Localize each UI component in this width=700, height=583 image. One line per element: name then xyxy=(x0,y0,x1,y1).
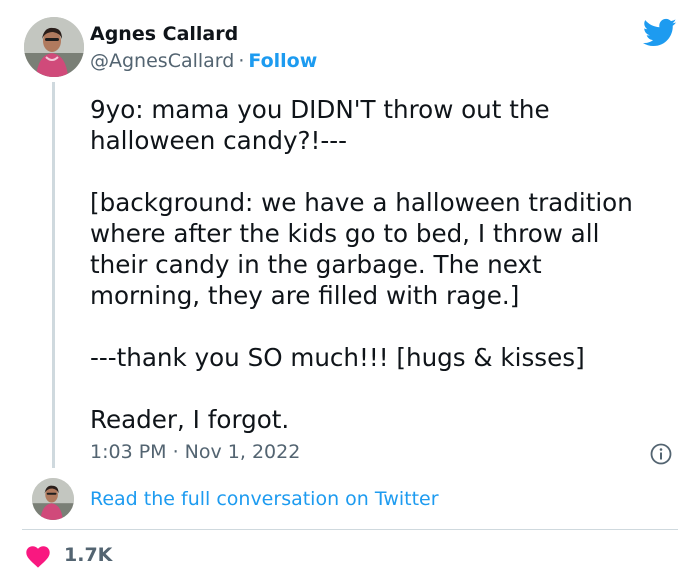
twitter-bird-icon[interactable] xyxy=(643,18,677,48)
tweet-line: halloween candy?!--- xyxy=(90,126,348,155)
tweet-line: ---thank you SO much!!! [hugs & kisses] xyxy=(90,343,585,372)
tweet-timestamp[interactable]: 1:03 PM · Nov 1, 2022 xyxy=(90,441,300,463)
read-conversation-link[interactable]: Read the full conversation on Twitter xyxy=(90,488,439,510)
tweet-line: where after the kids go to bed, I throw … xyxy=(90,219,600,248)
author-handle-row: @AgnesCallard · Follow xyxy=(90,50,317,72)
divider xyxy=(22,529,678,530)
tweet-line: their candy in the garbage. The next xyxy=(90,250,542,279)
heart-icon[interactable] xyxy=(26,546,50,568)
thread-connector-line xyxy=(52,82,55,468)
avatar-photo xyxy=(32,478,74,520)
tweet-line: [background: we have a halloween traditi… xyxy=(90,188,633,217)
author-avatar[interactable] xyxy=(24,17,84,77)
info-icon[interactable] xyxy=(650,443,672,465)
author-handle[interactable]: @AgnesCallard xyxy=(90,50,234,72)
tweet-line: morning, they are filled with rage.] xyxy=(90,281,520,310)
tweet-text: 9yo: mama you DIDN'T throw out the hallo… xyxy=(90,94,680,435)
follow-button[interactable]: Follow xyxy=(248,50,317,72)
tweet-line: 9yo: mama you DIDN'T throw out the xyxy=(90,95,550,124)
author-name[interactable]: Agnes Callard xyxy=(90,23,238,45)
tweet-line: Reader, I forgot. xyxy=(90,405,290,434)
avatar-photo xyxy=(24,17,84,77)
separator-dot: · xyxy=(238,50,245,72)
reply-avatar[interactable] xyxy=(32,478,74,520)
like-count[interactable]: 1.7K xyxy=(64,544,112,566)
